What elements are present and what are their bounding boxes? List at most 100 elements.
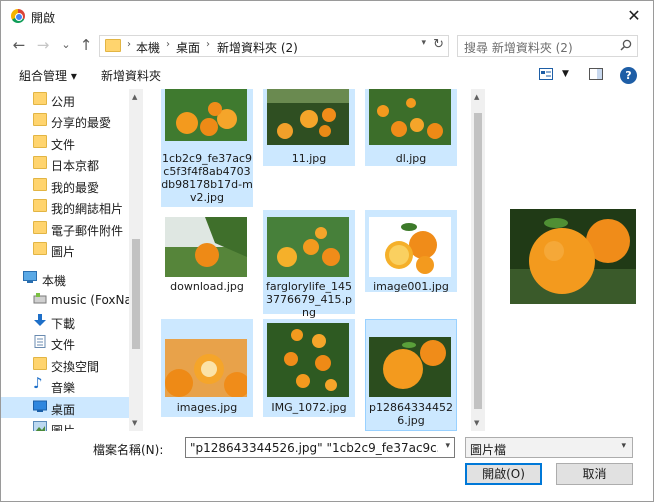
file-thumbnail <box>267 89 349 145</box>
sidebar-item-documents[interactable]: 文件 <box>1 332 129 353</box>
preview-pane-icon[interactable] <box>589 68 603 80</box>
pictures-icon <box>33 421 47 431</box>
sidebar-item-pictures[interactable]: 圖片 <box>1 418 129 431</box>
file-name: images.jpg <box>176 401 238 414</box>
sidebar-item-kyoto[interactable]: 日本京都 <box>1 153 129 174</box>
refresh-icon[interactable]: ↻ <box>433 37 444 52</box>
sidebar-item-label: 交換空間 <box>51 360 100 374</box>
close-button[interactable]: ✕ <box>623 5 645 27</box>
file-item[interactable]: 1cb2c9_fe37ac9c5f3f4f8ab4703db98178b17d-… <box>161 89 253 207</box>
help-icon[interactable]: ? <box>620 67 637 84</box>
sidebar-item-label: 圖片 <box>51 245 76 259</box>
chevron-down-icon: ▾ <box>621 441 626 451</box>
folder-icon <box>33 242 47 255</box>
file-item[interactable]: 11.jpg <box>263 89 355 166</box>
preview-image <box>510 209 636 304</box>
sidebar-item-downloads[interactable]: 下載 <box>1 311 129 332</box>
view-options-icon[interactable] <box>539 68 553 80</box>
open-file-dialog: 開啟 ✕ ← → ⌄ ↑ › 本機 › 桌面 › 新增資料夾 (2) ▾ ↻ 搜… <box>0 0 654 502</box>
sidebar-item-music-drive[interactable]: music (FoxNax) <box>1 289 143 310</box>
sidebar-item-documents-folder[interactable]: 文件 <box>1 132 129 153</box>
sidebar-item-music[interactable]: ♪ 音樂 <box>1 375 129 396</box>
navigation-pane: 公用 分享的最愛 文件 日本京都 我的最愛 我的網誌相片 電子郵件附件 圖片 本… <box>1 89 143 431</box>
window-title: 開啟 <box>31 11 56 25</box>
file-item[interactable]: p128643344526.jpg <box>365 319 457 431</box>
scroll-down-icon[interactable]: ▼ <box>474 419 479 427</box>
command-bar: 組合管理 ▾ 新增資料夾 ▼ ? <box>1 63 653 87</box>
breadcrumb-folder[interactable]: 新增資料夾 (2) <box>217 39 298 56</box>
file-thumbnail <box>165 339 247 397</box>
sidebar-item-blog-photos[interactable]: 我的網誌相片 <box>1 196 129 217</box>
new-folder-button[interactable]: 新增資料夾 <box>101 67 161 84</box>
address-bar[interactable]: › 本機 › 桌面 › 新增資料夾 (2) ▾ ↻ <box>99 35 449 57</box>
file-thumbnail <box>267 323 349 397</box>
folder-icon <box>33 178 47 191</box>
chevron-down-icon[interactable]: ▾ <box>445 441 450 451</box>
sidebar-item-desktop[interactable]: 桌面 <box>1 397 129 418</box>
filename-input[interactable]: "p128643344526.jpg" "1cb2c9_fe37ac9c5f3f… <box>185 437 455 458</box>
sidebar-item-label: 分享的最愛 <box>51 116 112 130</box>
scroll-down-icon[interactable]: ▼ <box>132 419 137 427</box>
nav-scrollbar[interactable]: ▲ ▼ <box>129 89 143 431</box>
navigation-bar: ← → ⌄ ↑ › 本機 › 桌面 › 新增資料夾 (2) ▾ ↻ 搜尋 新增資… <box>1 33 653 59</box>
open-button[interactable]: 開啟(O) <box>465 463 542 485</box>
sidebar-item-label: 我的最愛 <box>51 181 100 195</box>
drive-icon <box>33 293 47 304</box>
chevron-down-icon[interactable]: ▾ <box>421 38 426 48</box>
folder-icon <box>33 113 47 126</box>
recent-locations-button[interactable]: ⌄ <box>57 35 75 55</box>
file-name: p128643344526.jpg <box>369 401 453 427</box>
sidebar-item-label: 圖片 <box>51 424 76 431</box>
sidebar-item-label: 日本京都 <box>51 159 100 173</box>
scrollbar-thumb[interactable] <box>474 113 482 409</box>
folder-icon <box>33 357 47 370</box>
folder-icon <box>33 156 47 169</box>
file-name: image001.jpg <box>373 280 449 293</box>
up-button[interactable]: ↑ <box>77 35 95 55</box>
sidebar-item-shared-favorites[interactable]: 分享的最愛 <box>1 110 129 131</box>
file-thumbnail <box>267 217 349 277</box>
file-item[interactable]: dl.jpg <box>365 89 457 166</box>
computer-icon <box>23 271 37 283</box>
sidebar-item-pictures-folder[interactable]: 圖片 <box>1 239 129 260</box>
cancel-button[interactable]: 取消 <box>556 463 633 485</box>
search-input[interactable]: 搜尋 新增資料夾 (2) <box>457 35 638 57</box>
filename-value: "p128643344526.jpg" "1cb2c9_fe37ac9c5f3f… <box>190 441 438 455</box>
download-icon <box>34 314 46 326</box>
folder-icon <box>33 92 47 105</box>
file-item[interactable]: IMG_1072.jpg <box>263 319 355 417</box>
scrollbar-thumb[interactable] <box>132 239 140 349</box>
sidebar-item-favorites[interactable]: 我的最愛 <box>1 175 129 196</box>
file-item[interactable]: download.jpg <box>161 210 253 293</box>
desktop-icon <box>33 400 47 412</box>
file-item[interactable]: image001.jpg <box>365 210 457 293</box>
breadcrumb-this-pc[interactable]: 本機 <box>136 39 160 56</box>
chevron-down-icon[interactable]: ▼ <box>562 69 569 79</box>
chevron-right-icon: › <box>127 39 131 50</box>
search-placeholder: 搜尋 新增資料夾 (2) <box>464 41 573 55</box>
sidebar-item-email-attachments[interactable]: 電子郵件附件 <box>1 218 129 239</box>
file-type-select[interactable]: 圖片檔 ▾ <box>465 437 633 458</box>
forward-button[interactable]: → <box>34 35 52 55</box>
document-icon <box>34 335 46 348</box>
back-button[interactable]: ← <box>10 35 28 55</box>
sidebar-item-swap-space[interactable]: 交換空間 <box>1 354 129 375</box>
sidebar-item-this-pc[interactable]: 本機 <box>1 268 129 289</box>
sidebar-item-label: 桌面 <box>51 403 76 417</box>
organize-menu[interactable]: 組合管理 ▾ <box>19 67 77 84</box>
file-item[interactable]: images.jpg <box>161 319 253 417</box>
sidebar-item-label: 文件 <box>51 138 76 152</box>
file-item[interactable]: farglorylife_1453776679_415.png <box>263 210 355 319</box>
sidebar-item-public[interactable]: 公用 <box>1 89 129 110</box>
file-thumbnail <box>369 89 451 145</box>
scroll-up-icon[interactable]: ▲ <box>132 93 137 101</box>
sidebar-item-label: 我的網誌相片 <box>51 202 124 216</box>
folder-icon <box>33 221 47 234</box>
sidebar-item-label: 電子郵件附件 <box>51 224 124 238</box>
file-list-scrollbar[interactable]: ▲ ▼ <box>471 89 485 431</box>
folder-icon <box>33 199 47 212</box>
breadcrumb-desktop[interactable]: 桌面 <box>176 39 200 56</box>
scroll-up-icon[interactable]: ▲ <box>474 93 479 101</box>
search-icon <box>620 39 632 51</box>
chevron-right-icon: › <box>166 39 170 50</box>
